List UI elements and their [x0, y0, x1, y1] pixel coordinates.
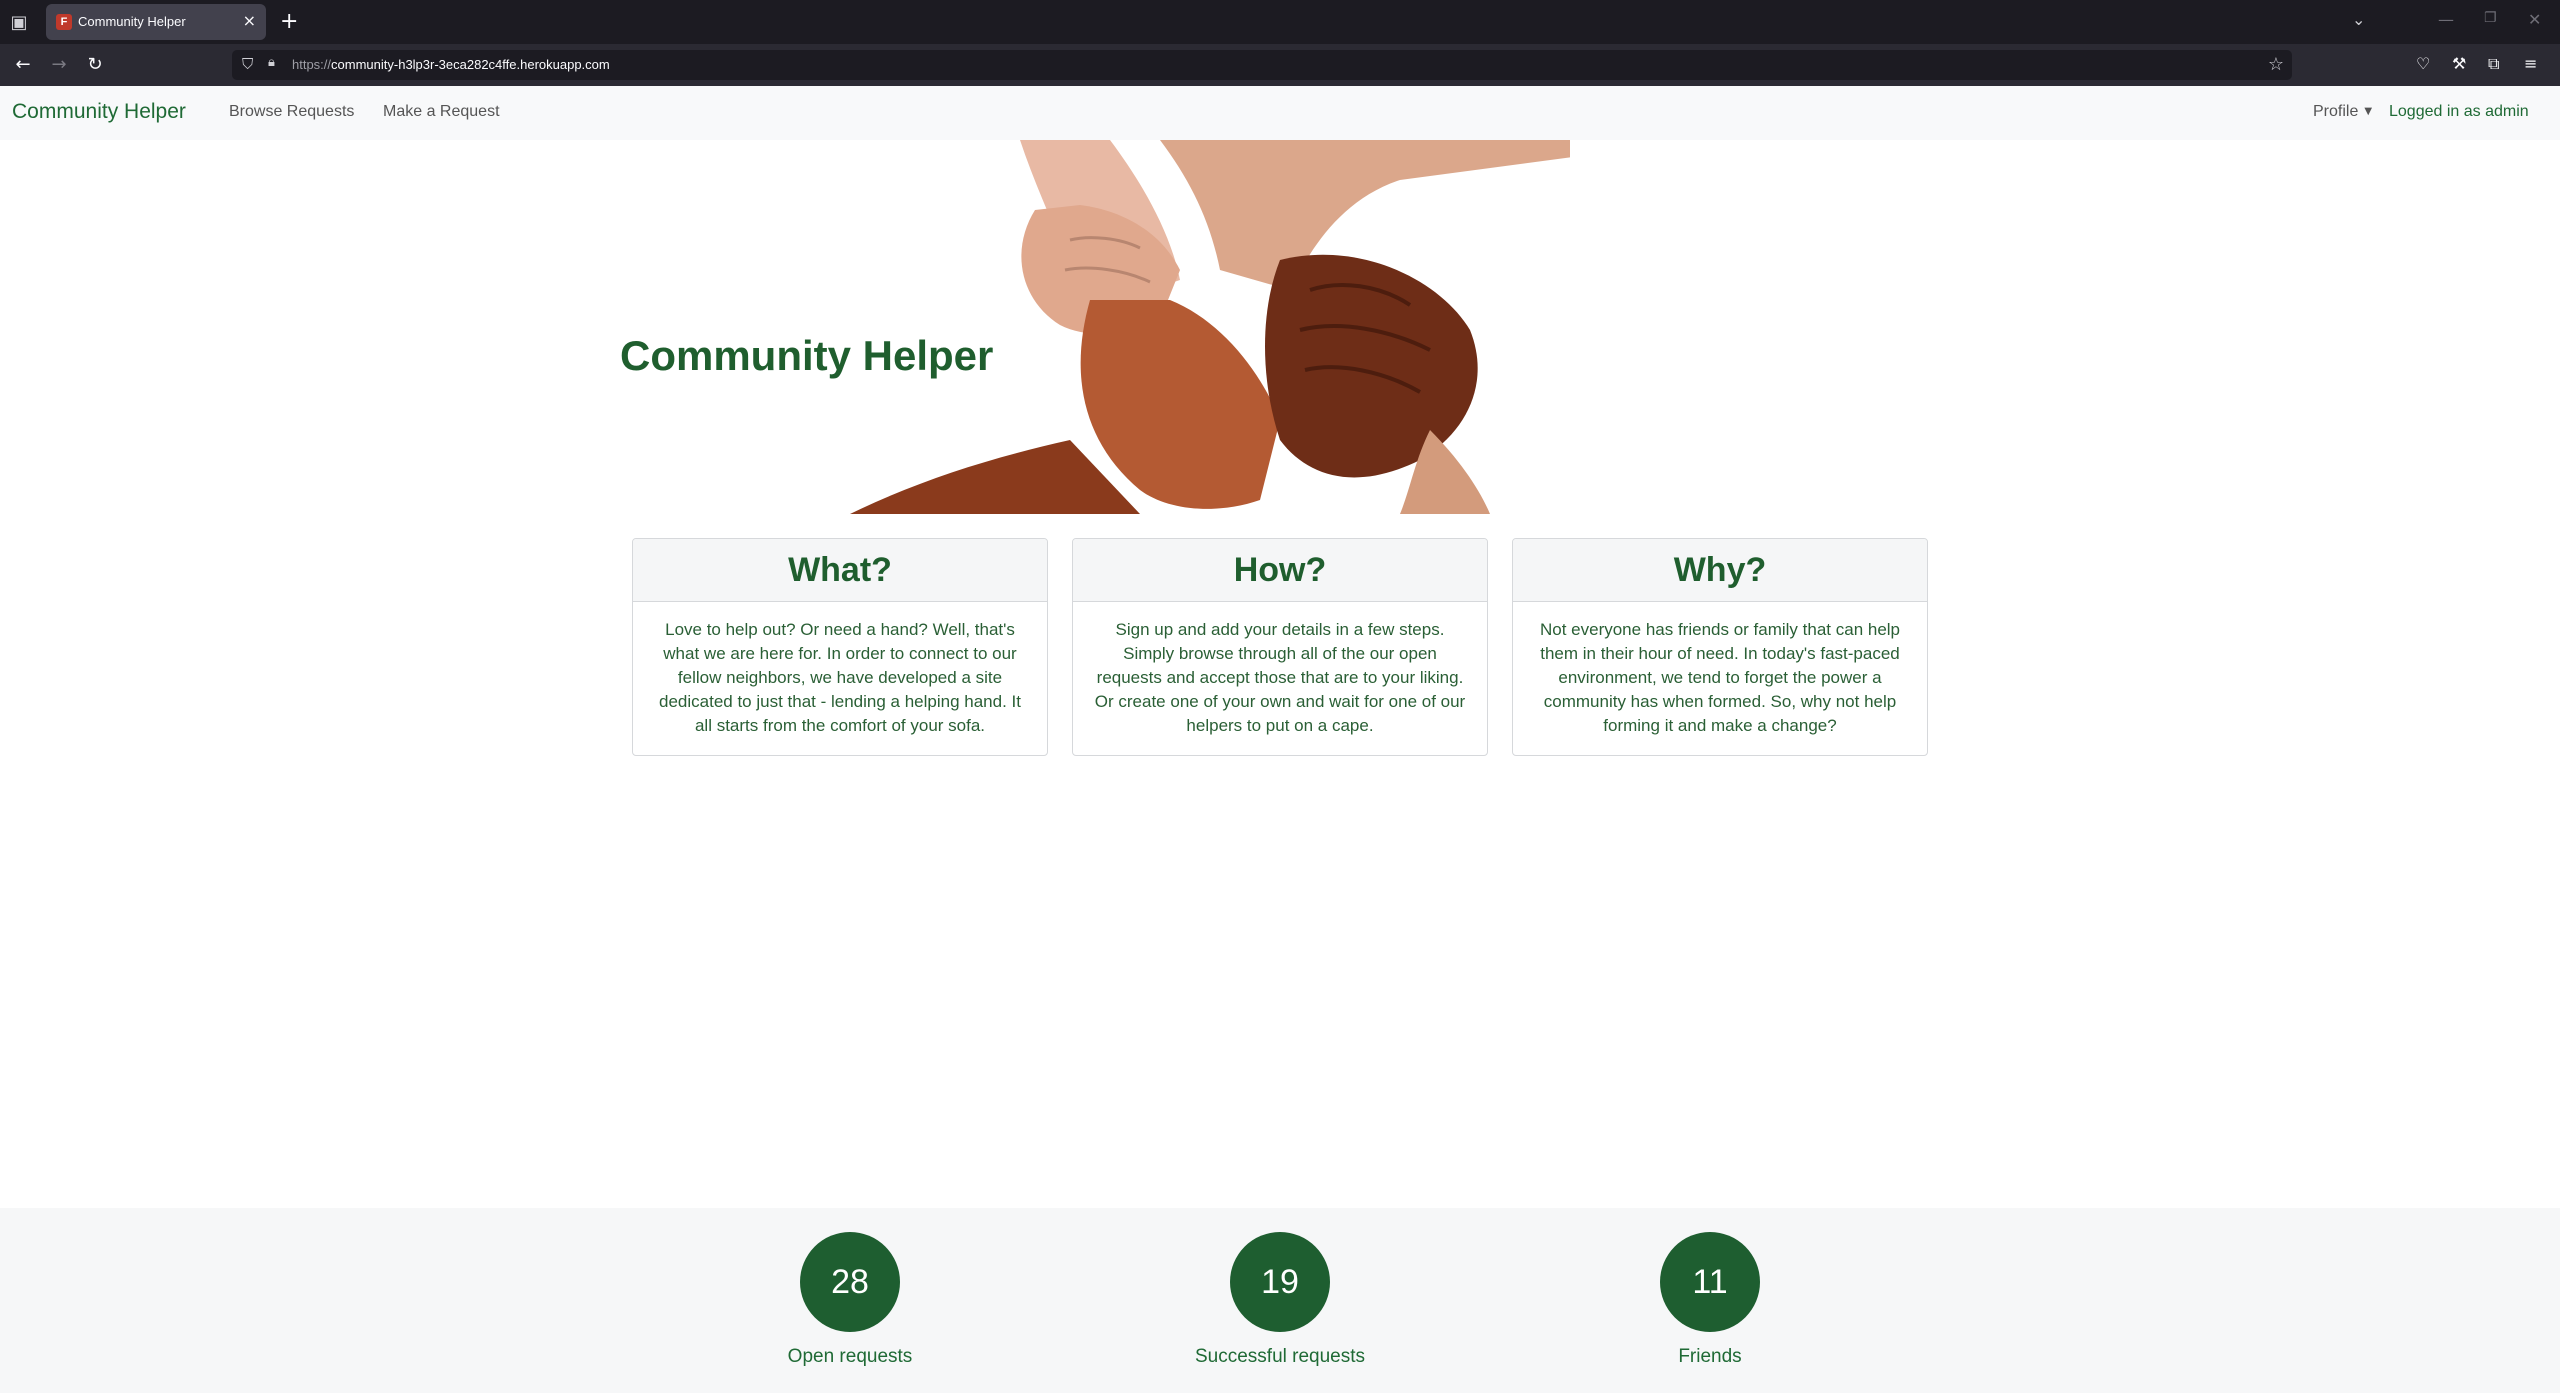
- stat-open-requests-value: 28: [800, 1232, 900, 1332]
- stat-successful-requests-label: Successful requests: [1194, 1346, 1366, 1367]
- how-card-body: Sign up and add your details in a few st…: [1094, 620, 1466, 735]
- what-card: What? Love to help out? Or need a hand? …: [632, 538, 1048, 756]
- caret-down-icon: ▼: [2364, 106, 2373, 117]
- brand-link[interactable]: Community Helper: [12, 100, 186, 124]
- url-host: community-h3lp3r-3eca282c4ffe.herokuapp.…: [331, 57, 610, 72]
- nav-make-request[interactable]: Make a Request: [383, 103, 500, 121]
- how-card: How? Sign up and add your details in a f…: [1072, 538, 1488, 756]
- tab-overflow-chevron-icon[interactable]: ⌄: [2352, 10, 2365, 29]
- tracking-shield-icon[interactable]: ⛉: [242, 55, 253, 73]
- minimize-window-icon[interactable]: —: [2438, 10, 2454, 29]
- menu-hamburger-icon[interactable]: ≡: [2524, 54, 2537, 73]
- browser-tab-bar: ▣ F Community Helper × + ⌄ — ❐ ✕: [0, 0, 2560, 44]
- stat-open-requests: 28 Open requests: [720, 1232, 980, 1368]
- how-card-title: How?: [1073, 539, 1487, 602]
- stat-successful-requests-value: 19: [1230, 1232, 1330, 1332]
- url-text[interactable]: https://community-h3lp3r-3eca282c4ffe.he…: [292, 57, 610, 72]
- browser-toolbar: ← → ↻ ⛉ 🔒︎ https://community-h3lp3r-3eca…: [0, 44, 2560, 86]
- site-favicon-icon: F: [56, 14, 72, 30]
- stat-friends: 11 Friends: [1580, 1232, 1840, 1368]
- browser-tab[interactable]: F Community Helper ×: [46, 4, 266, 40]
- stat-open-requests-label: Open requests: [787, 1346, 913, 1367]
- tools-wrench-icon[interactable]: ⚒: [2452, 54, 2466, 73]
- hero-section: Community Helper: [0, 140, 2560, 514]
- hero-hands-image: [850, 140, 1570, 514]
- hero-title: Community Helper: [620, 332, 994, 379]
- stat-friends-value: 11: [1660, 1232, 1760, 1332]
- close-window-icon[interactable]: ✕: [2528, 10, 2541, 29]
- stat-successful-requests: 19 Successful requests: [1150, 1232, 1410, 1368]
- stats-section: 28 Open requests 19 Successful requests …: [0, 1208, 2560, 1393]
- why-card: Why? Not everyone has friends or family …: [1512, 538, 1928, 756]
- pocket-icon[interactable]: ♡: [2416, 54, 2430, 73]
- back-arrow-icon[interactable]: ←: [10, 52, 36, 78]
- new-tab-icon[interactable]: +: [280, 9, 298, 34]
- url-protocol: https://: [292, 57, 332, 72]
- forward-arrow-icon[interactable]: →: [46, 52, 72, 78]
- tab-list-icon[interactable]: ▣: [8, 12, 30, 34]
- why-card-body: Not everyone has friends or family that …: [1539, 620, 1901, 735]
- what-card-title: What?: [633, 539, 1047, 602]
- logged-in-status: Logged in as admin: [2389, 103, 2529, 120]
- extensions-icon[interactable]: ⧉: [2488, 54, 2499, 74]
- close-tab-icon[interactable]: ×: [243, 11, 256, 30]
- site-navbar: Community Helper Browse Requests Make a …: [0, 86, 2560, 140]
- what-card-body: Love to help out? Or need a hand? Well, …: [659, 620, 1021, 735]
- address-bar[interactable]: ⛉ 🔒︎ https://community-h3lp3r-3eca282c4f…: [232, 50, 2292, 80]
- lock-icon[interactable]: 🔒︎: [268, 55, 275, 70]
- nav-browse-requests[interactable]: Browse Requests: [229, 103, 354, 121]
- reload-icon[interactable]: ↻: [82, 52, 108, 78]
- stat-friends-label: Friends: [1678, 1346, 1742, 1367]
- why-card-title: Why?: [1513, 539, 1927, 602]
- profile-dropdown[interactable]: Profile ▼: [2313, 103, 2372, 121]
- restore-window-icon[interactable]: ❐: [2484, 10, 2497, 26]
- bookmark-star-icon[interactable]: ☆: [2268, 54, 2284, 75]
- tab-title: Community Helper: [78, 14, 186, 29]
- profile-label: Profile: [2313, 103, 2359, 120]
